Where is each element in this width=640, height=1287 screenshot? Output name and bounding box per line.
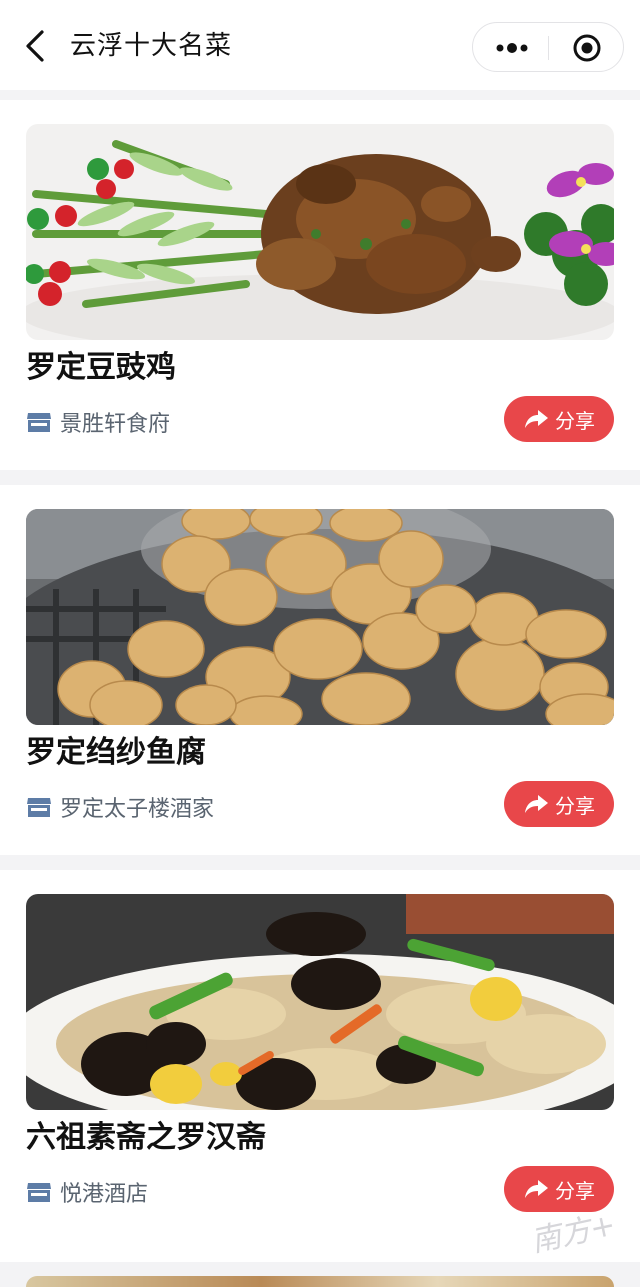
store-icon xyxy=(27,413,51,432)
store-icon xyxy=(27,798,51,817)
dish-card[interactable]: 六祖素斋之罗汉斋 悦港酒店 分享 xyxy=(0,870,640,1262)
shop-info[interactable]: 罗定太子楼酒家 xyxy=(26,789,214,825)
more-icon[interactable] xyxy=(487,33,537,63)
shop-name: 悦港酒店 xyxy=(60,1182,149,1207)
page-title: 云浮十大名菜 xyxy=(70,31,233,61)
shop-info[interactable]: 景胜轩食府 xyxy=(26,404,170,440)
dish-name: 六祖素斋之罗汉斋 xyxy=(26,1120,266,1155)
share-arrow-icon xyxy=(525,1180,548,1198)
dish-card[interactable]: 罗定绉纱鱼腐 罗定太子楼酒家 分享 xyxy=(0,485,640,855)
next-dish-photo-peek[interactable] xyxy=(26,1276,614,1287)
share-button[interactable]: 分享 xyxy=(504,781,614,827)
shop-name: 景胜轩食府 xyxy=(60,412,171,437)
shop-name: 罗定太子楼酒家 xyxy=(60,797,215,822)
share-arrow-icon xyxy=(525,795,548,813)
top-bar: 云浮十大名菜 xyxy=(0,0,640,90)
capsule-divider xyxy=(548,36,549,60)
store-icon xyxy=(27,1183,51,1202)
dish-card[interactable]: 罗定豆豉鸡 景胜轩食府 分享 xyxy=(0,100,640,470)
chicken-dish-photo[interactable] xyxy=(26,124,614,340)
dish-name: 罗定豆豉鸡 xyxy=(26,350,176,385)
share-label: 分享 xyxy=(555,1178,595,1203)
close-target-icon[interactable] xyxy=(569,33,605,63)
share-label: 分享 xyxy=(555,408,595,433)
dish-name: 罗定绉纱鱼腐 xyxy=(26,735,206,770)
vegetarian-dish-photo[interactable] xyxy=(26,894,614,1110)
back-arrow-icon[interactable] xyxy=(18,26,54,66)
share-label: 分享 xyxy=(555,793,595,818)
share-button[interactable]: 分享 xyxy=(504,396,614,442)
mini-program-capsule xyxy=(472,22,624,72)
shop-info[interactable]: 悦港酒店 xyxy=(26,1174,148,1210)
share-arrow-icon xyxy=(525,410,548,428)
fish-ball-dish-photo[interactable] xyxy=(26,509,614,725)
